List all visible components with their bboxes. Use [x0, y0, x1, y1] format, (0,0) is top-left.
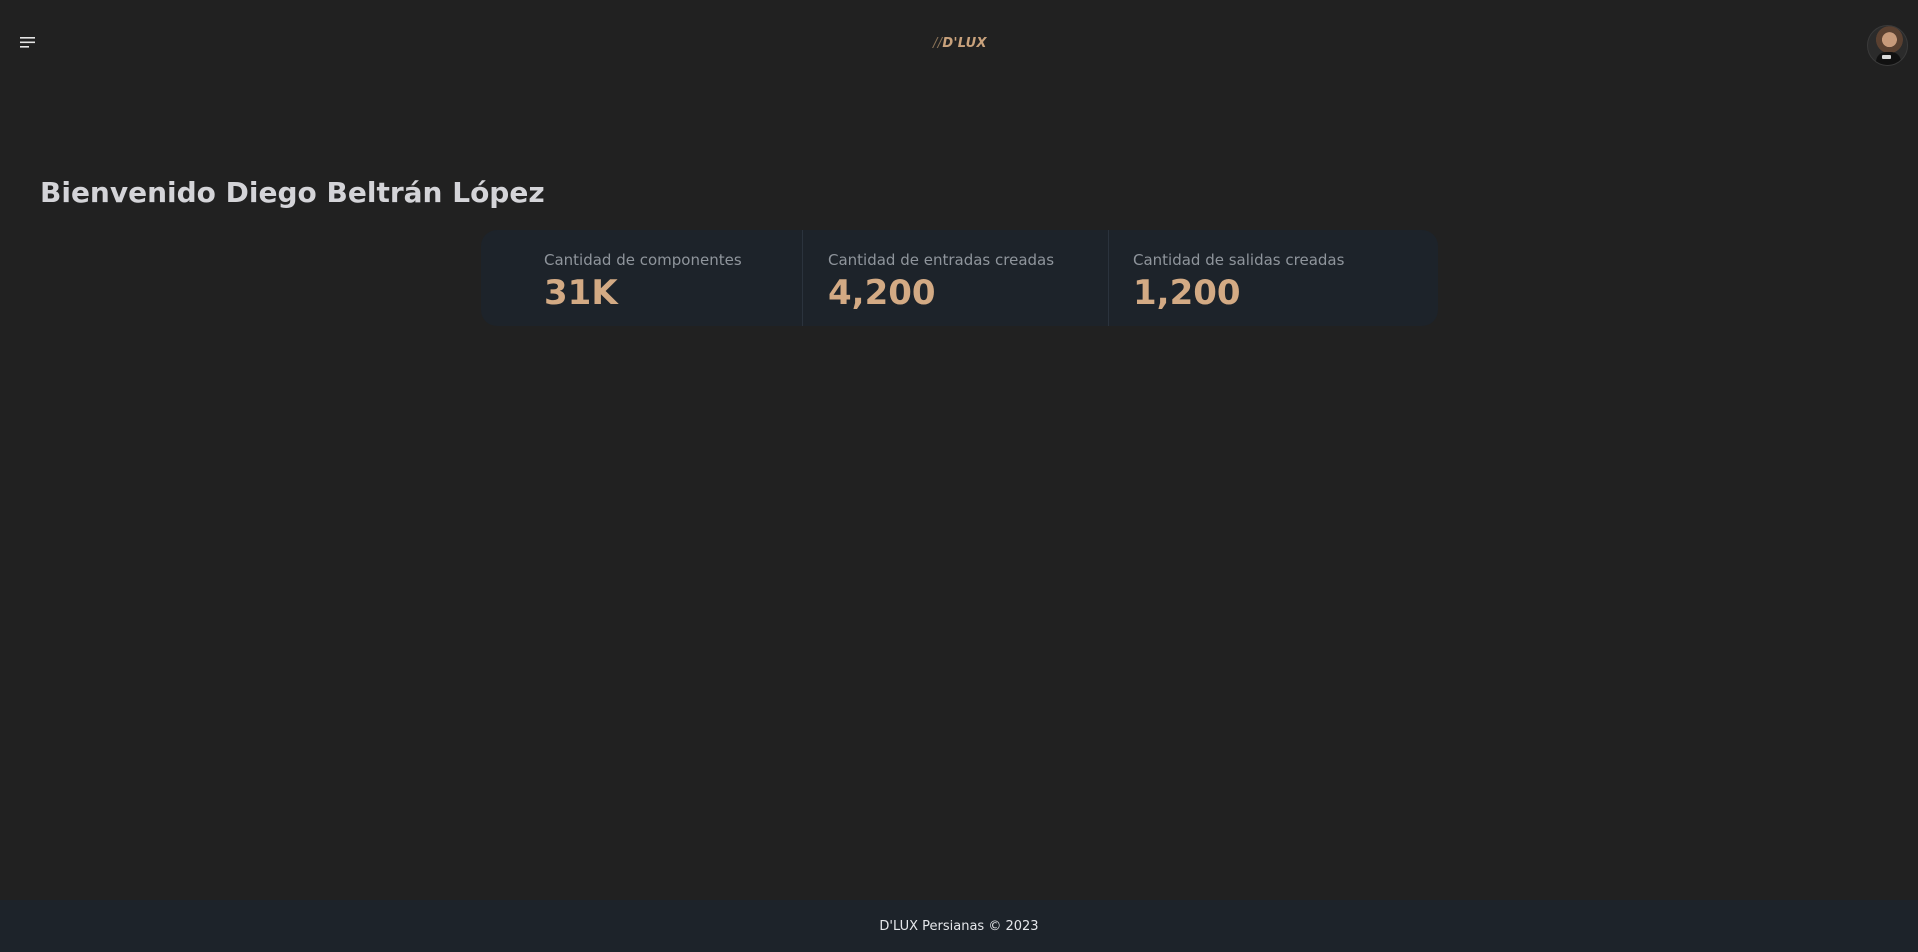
logo-slashes: // — [933, 36, 943, 51]
logo-text: D'LUX — [942, 36, 987, 51]
stat-exits: Cantidad de salidas creadas 1,200 — [1108, 230, 1438, 326]
footer-copyright: D'LUX Persianas © 2023 — [879, 918, 1039, 934]
top-navbar: //D'LUX — [0, 0, 1918, 92]
avatar-shirt-logo — [1882, 55, 1891, 59]
stat-entries: Cantidad de entradas creadas 4,200 — [802, 230, 1108, 326]
brand-logo[interactable]: //D'LUX — [933, 36, 987, 54]
stat-value: 4,200 — [828, 273, 936, 313]
stat-components: Cantidad de componentes 31K — [481, 230, 802, 326]
stats-card: Cantidad de componentes 31K Cantidad de … — [481, 230, 1438, 326]
hamburger-menu-button[interactable] — [20, 36, 44, 58]
stat-value: 1,200 — [1133, 273, 1241, 313]
stat-title: Cantidad de salidas creadas — [1133, 251, 1345, 269]
stat-value: 31K — [544, 273, 618, 313]
user-avatar[interactable] — [1867, 25, 1908, 66]
page-footer: D'LUX Persianas © 2023 — [0, 900, 1918, 952]
dashboard-page: //D'LUX Bienvenido Diego Beltrán López C… — [0, 0, 1918, 952]
stat-title: Cantidad de entradas creadas — [828, 251, 1055, 269]
stat-title: Cantidad de componentes — [544, 251, 742, 269]
hamburger-menu-icon — [20, 36, 44, 50]
welcome-heading: Bienvenido Diego Beltrán López — [40, 176, 545, 209]
